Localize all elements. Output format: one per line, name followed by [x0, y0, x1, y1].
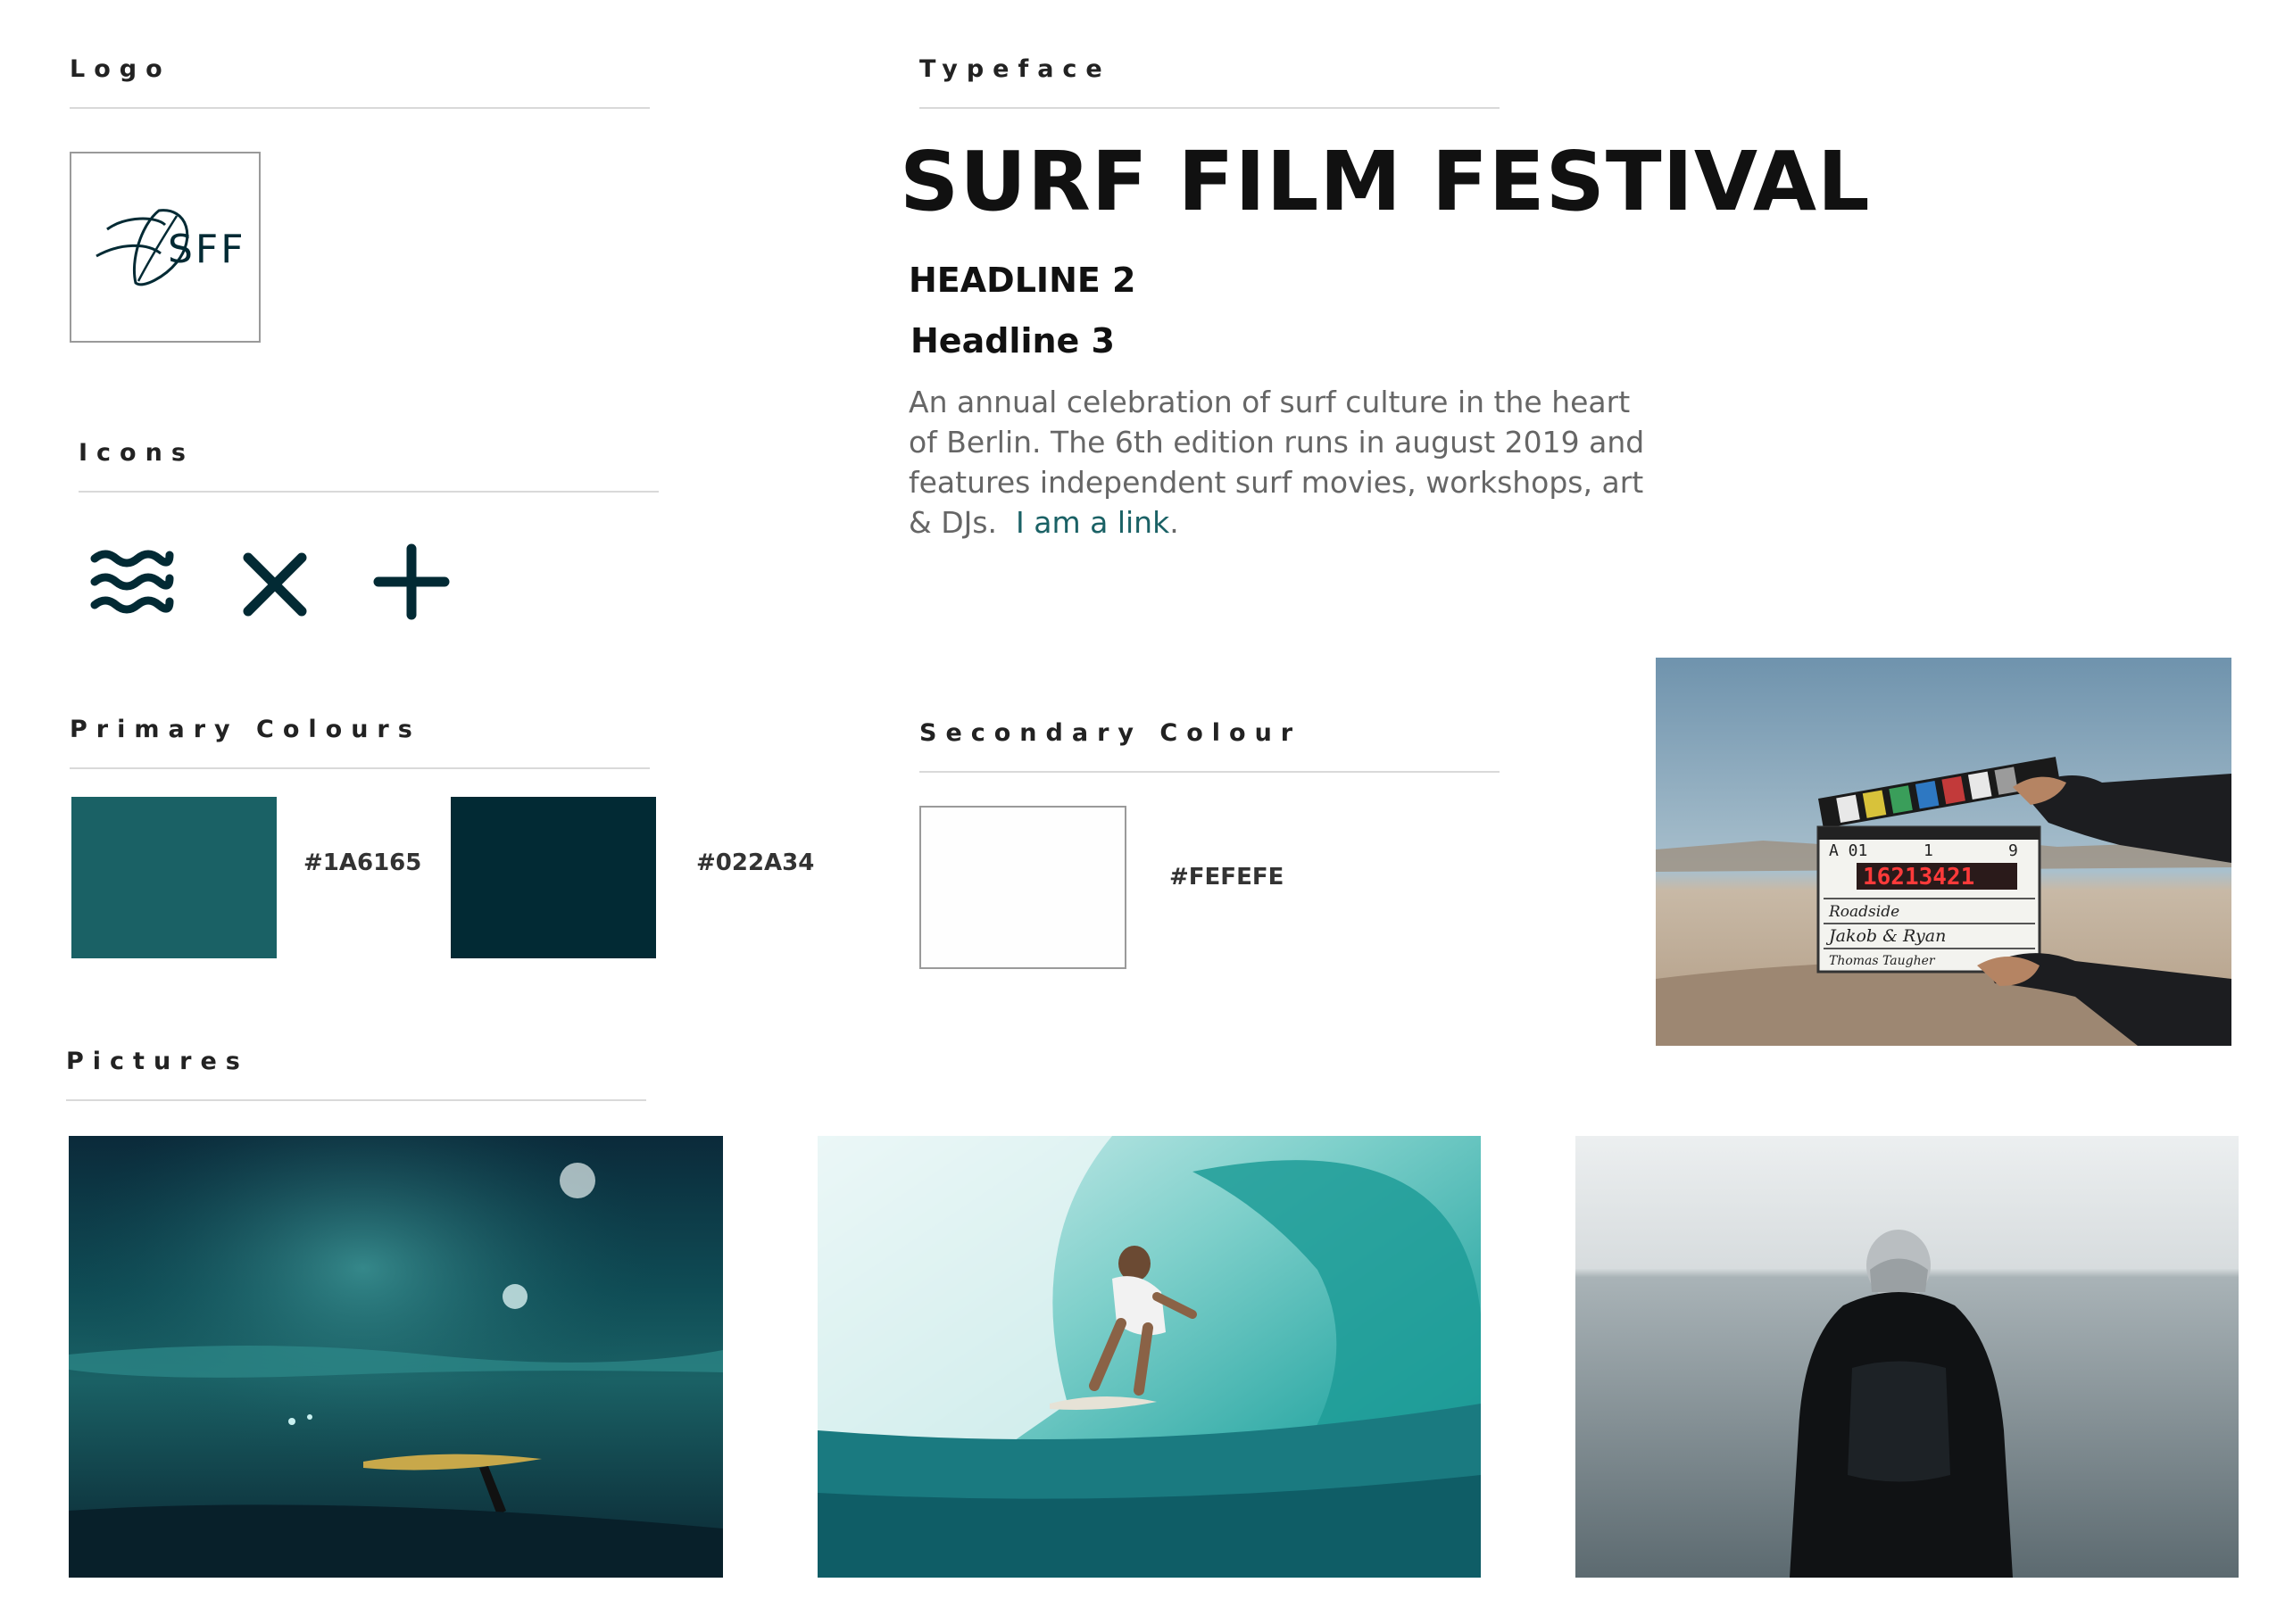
logo-card: SFF	[70, 152, 261, 343]
clapper-timecode: 16213421	[1863, 864, 1974, 891]
waves-icon	[90, 550, 174, 614]
clapper-scene: A 01	[1829, 841, 1867, 860]
plus-icon	[373, 543, 450, 620]
picture-underwater-surfboard	[69, 1136, 723, 1578]
section-label-secondary-colour: Secondary Colour	[919, 719, 1302, 747]
section-label-icons: Icons	[79, 439, 195, 467]
color-hex-dark: #022A34	[696, 849, 815, 876]
headline-3-sample: Headline 3	[910, 321, 1115, 360]
color-swatch-primary	[71, 797, 277, 958]
headline-1-sample: SURF FILM FESTIVAL	[900, 134, 1871, 229]
clapper-line-3: Thomas Taugher	[1829, 954, 1936, 968]
section-label-pictures: Pictures	[66, 1048, 249, 1075]
headline-2-sample: HEADLINE 2	[909, 261, 1136, 300]
section-label-typeface: Typeface	[919, 55, 1111, 83]
divider	[70, 107, 650, 109]
picture-surfer-in-barrel-wave	[818, 1136, 1481, 1578]
clapper-take: 9	[2008, 841, 2018, 860]
clapper-line-1: Roadside	[1828, 903, 1899, 921]
color-hex-secondary: #FEFEFE	[1169, 864, 1284, 891]
logo-text: SFF	[168, 227, 246, 272]
link-suffix: .	[1169, 505, 1179, 540]
divider	[79, 491, 659, 493]
close-icon	[243, 552, 307, 617]
color-swatch-dark	[451, 797, 656, 958]
picture-person-facing-sea	[1575, 1136, 2239, 1578]
clapper-line-2: Jakob & Ryan	[1825, 926, 1946, 946]
color-hex-primary: #1A6165	[303, 849, 422, 876]
sample-link[interactable]: I am a link	[1016, 505, 1169, 540]
divider	[919, 771, 1500, 773]
divider	[66, 1099, 646, 1101]
divider	[70, 767, 650, 769]
clapperboard-photo: A 01 1 9 16213421 Roadside Jakob & Ryan …	[1656, 658, 2231, 1046]
clapper-scene-b: 1	[1924, 841, 1933, 860]
section-label-logo: Logo	[70, 55, 171, 83]
body-text-sample: An annual celebration of surf culture in…	[909, 382, 1658, 543]
sff-logo: SFF	[96, 209, 246, 286]
divider	[919, 107, 1500, 109]
section-label-primary-colours: Primary Colours	[70, 716, 421, 743]
color-swatch-secondary	[919, 806, 1126, 969]
